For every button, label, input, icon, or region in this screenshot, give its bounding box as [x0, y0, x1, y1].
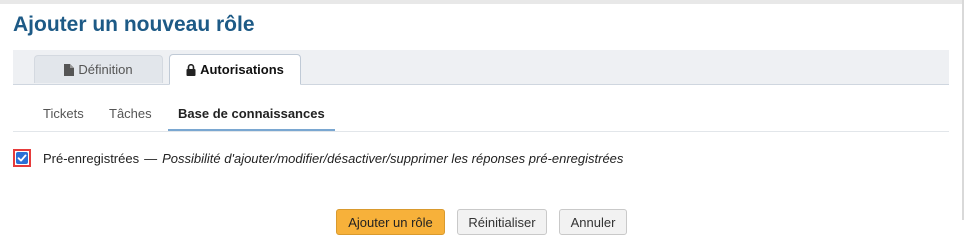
- permission-row: Pré-enregistrées — Possibilité d'ajouter…: [13, 146, 623, 170]
- check-icon: [17, 154, 27, 162]
- lock-icon: [186, 63, 196, 76]
- file-icon: [64, 63, 75, 76]
- cancel-button[interactable]: Annuler: [559, 209, 627, 235]
- permission-subtabs: Tickets Tâches Base de connaissances: [13, 98, 949, 132]
- window-top-edge: [0, 0, 964, 4]
- permission-separator: —: [144, 150, 158, 166]
- main-tab-bar: Définition Autorisations: [13, 50, 949, 85]
- subtab-tickets[interactable]: Tickets: [43, 98, 84, 130]
- checkbox-highlight: [13, 149, 31, 167]
- permission-description: Possibilité d'ajouter/modifier/désactive…: [162, 150, 624, 166]
- subtab-taches[interactable]: Tâches: [109, 98, 152, 130]
- tab-label: Autorisations: [200, 62, 284, 77]
- tab-autorisations[interactable]: Autorisations: [169, 54, 301, 85]
- permission-label: Pré-enregistrées: [43, 150, 140, 166]
- tab-definition[interactable]: Définition: [34, 55, 163, 83]
- page-title: Ajouter un nouveau rôle: [13, 13, 255, 36]
- add-role-button[interactable]: Ajouter un rôle: [336, 209, 445, 235]
- reset-button[interactable]: Réinitialiser: [457, 209, 547, 235]
- subtab-base-de-connaissances[interactable]: Base de connaissances: [168, 98, 335, 131]
- permission-checkbox[interactable]: [16, 152, 28, 164]
- tab-label: Définition: [78, 62, 133, 77]
